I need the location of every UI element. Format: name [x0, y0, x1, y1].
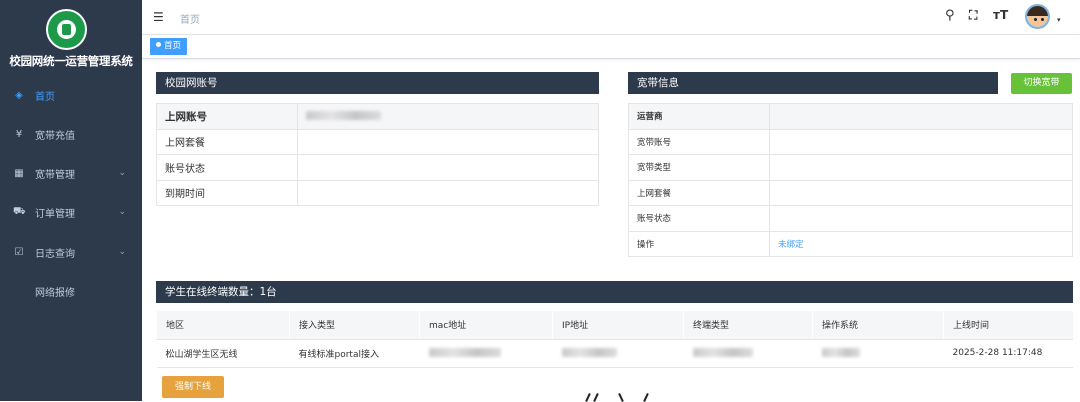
table-row: 到期时间 — [156, 179, 599, 206]
sidebar-item-label: 日志查询 — [35, 248, 75, 260]
unbound-link[interactable]: 未绑定 — [778, 240, 804, 250]
terminal-type-cell — [683, 339, 813, 368]
masked-value — [821, 348, 860, 357]
sidebar-item-label: 订单管理 — [35, 208, 75, 220]
grid-icon: ▦ — [14, 167, 24, 179]
cart-icon: ⛟ — [13, 205, 26, 217]
table-header-row: 地区 接入类型 mac地址 IP地址 终端类型 操作系统 上线时间 — [156, 311, 1073, 340]
status-label: 账号状态 — [628, 205, 770, 232]
terminals-table: 地区 接入类型 mac地址 IP地址 终端类型 操作系统 上线时间 松山湖学生区… — [156, 311, 1073, 368]
top-navbar: ☰ 首页 ⚲ ⛶ ᴛT ▾ — [142, 0, 1080, 35]
status-value — [769, 205, 1073, 232]
table-row: 上网套餐 — [156, 128, 599, 155]
column-header: 接入类型 — [289, 311, 420, 340]
log-icon: ☑ — [14, 246, 24, 258]
table-row: 运营商 — [628, 103, 1073, 130]
tags-view: 首页 — [142, 35, 1080, 59]
online-terminals-title: 学生在线终端数量：1台 — [156, 281, 1073, 303]
broadband-account-label: 宽带账号 — [628, 128, 770, 155]
operator-value — [769, 103, 1073, 130]
dot-icon — [156, 42, 161, 47]
system-title: 校园网统一运营管理系统 — [9, 54, 133, 68]
caret-down-icon[interactable]: ▾ — [1057, 16, 1061, 24]
sidebar-item-label: 网络报修 — [35, 287, 75, 299]
sidebar-item-home[interactable]: ◈ 首页 — [0, 77, 142, 113]
expiry-value — [297, 179, 599, 206]
masked-value — [692, 348, 753, 357]
force-offline-button[interactable]: 强制下线 — [162, 376, 224, 398]
sidebar-item-network-repair[interactable]: 网络报修 — [0, 273, 142, 309]
expiry-label: 到期时间 — [156, 179, 298, 206]
broadband-account-value — [769, 128, 1073, 155]
chevron-down-icon: ⌄ — [118, 168, 126, 178]
masked-value — [561, 348, 617, 357]
operator-label: 运营商 — [628, 103, 770, 130]
status-label: 账号状态 — [156, 154, 298, 181]
campus-account-table: 上网账号 上网套餐 账号状态 到期时间 — [156, 103, 599, 206]
sidebar-item-log-query[interactable]: ☑ 日志查询 ⌄ — [0, 234, 142, 270]
sidebar-item-label: 宽带管理 — [35, 169, 75, 181]
plan-label: 上网套餐 — [156, 128, 298, 155]
sidebar-item-broadband-management[interactable]: ▦ 宽带管理 ⌄ — [0, 155, 142, 191]
broadband-panel-title: 宽带信息 — [628, 72, 998, 94]
search-icon[interactable]: ⚲ — [945, 8, 955, 23]
dashboard-icon: ◈ — [15, 89, 23, 101]
column-header: 地区 — [156, 311, 290, 340]
mac-cell — [419, 339, 553, 368]
column-header: IP地址 — [552, 311, 684, 340]
sidebar: 校园网统一运营管理系统 ◈ 首页 ¥ 宽带充值 ▦ 宽带管理 ⌄ ⛟ 订单管理 … — [0, 0, 142, 401]
table-row: 宽带账号 — [628, 128, 1073, 155]
yen-icon: ¥ — [15, 128, 23, 140]
breadcrumb[interactable]: 首页 — [180, 11, 200, 26]
status-value — [297, 154, 599, 181]
switch-broadband-button[interactable]: 切换宽带 — [1011, 73, 1072, 94]
plan-label: 上网套餐 — [628, 179, 770, 206]
online-time-cell: 2025-2-28 11:17:48 — [943, 339, 1073, 368]
ip-cell — [552, 339, 684, 368]
table-row: 上网账号 — [156, 103, 599, 130]
sidebar-item-label: 首页 — [35, 91, 55, 103]
column-header: 终端类型 — [683, 311, 813, 340]
table-row: 账号状态 — [628, 205, 1073, 232]
plan-value — [297, 128, 599, 155]
account-label: 上网账号 — [156, 103, 298, 130]
broadband-type-label: 宽带类型 — [628, 154, 770, 181]
access-type-cell: 有线标准portal接入 — [289, 339, 420, 368]
avatar[interactable] — [1025, 4, 1050, 29]
decorative-strokes — [565, 388, 685, 402]
tag-label: 首页 — [164, 41, 182, 51]
chevron-down-icon: ⌄ — [118, 207, 126, 217]
campus-account-panel-title: 校园网账号 — [156, 72, 599, 94]
tag-home[interactable]: 首页 — [150, 38, 188, 55]
font-size-icon[interactable]: ᴛT — [993, 8, 1008, 22]
logo-icon — [46, 9, 87, 50]
masked-value — [306, 111, 381, 121]
column-header: mac地址 — [419, 311, 553, 340]
table-row: 宽带类型 — [628, 154, 1073, 181]
account-value — [297, 103, 599, 130]
fullscreen-icon[interactable]: ⛶ — [969, 8, 977, 23]
os-cell — [812, 339, 944, 368]
sidebar-item-order-management[interactable]: ⛟ 订单管理 ⌄ — [0, 194, 142, 230]
chevron-down-icon: ⌄ — [118, 247, 126, 257]
table-row: 操作 未绑定 — [628, 230, 1073, 257]
hamburger-icon[interactable]: ☰ — [153, 10, 164, 24]
sidebar-item-broadband-recharge[interactable]: ¥ 宽带充值 — [0, 116, 142, 152]
table-row: 松山湖学生区无线 有线标准portal接入 2025-2-28 11:17:48 — [156, 339, 1073, 368]
table-row: 上网套餐 — [628, 179, 1073, 206]
masked-value — [428, 348, 501, 357]
action-label: 操作 — [628, 230, 770, 257]
plan-value — [769, 179, 1073, 206]
broadband-type-value — [769, 154, 1073, 181]
broadband-table: 运营商 宽带账号 宽带类型 上网套餐 账号状态 操作 未绑定 — [628, 103, 1073, 257]
region-cell: 松山湖学生区无线 — [156, 339, 290, 368]
sidebar-item-label: 宽带充值 — [35, 130, 75, 142]
column-header: 操作系统 — [812, 311, 944, 340]
table-row: 账号状态 — [156, 154, 599, 181]
column-header: 上线时间 — [943, 311, 1073, 340]
